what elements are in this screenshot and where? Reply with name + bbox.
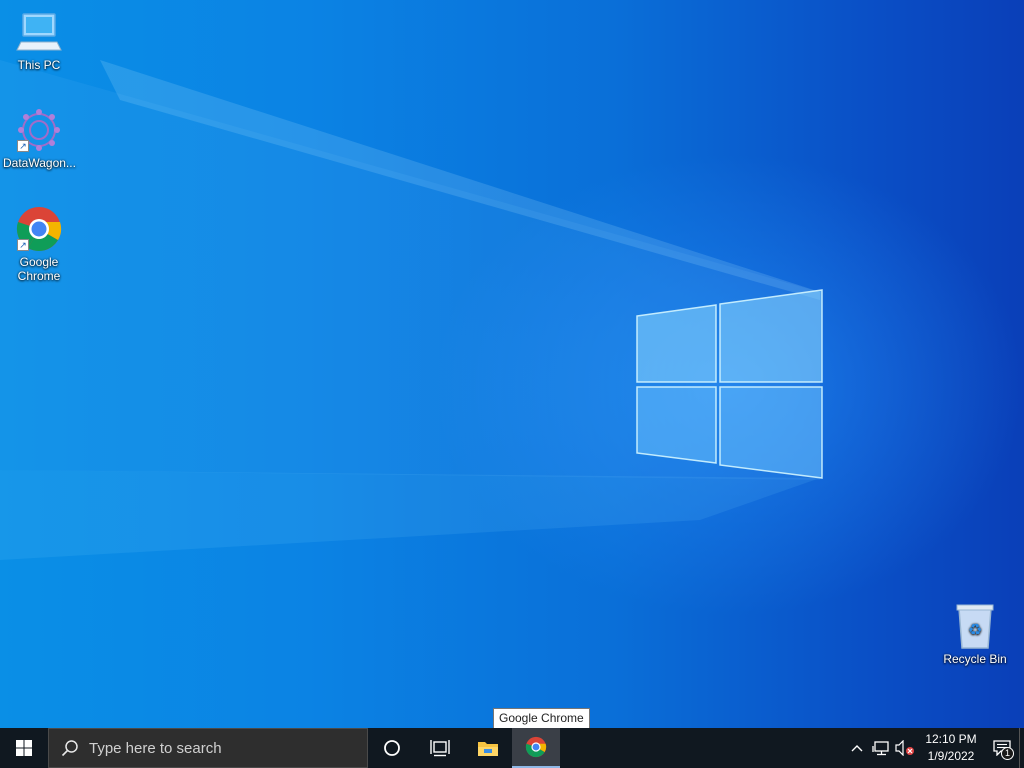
shortcut-arrow-icon: ↗ [17, 140, 29, 152]
search-icon [61, 740, 78, 757]
clock-date: 1/9/2022 [927, 749, 975, 763]
desktop-wallpaper [0, 0, 1024, 728]
svg-text:♻: ♻ [968, 620, 982, 639]
taskbar-search-input[interactable]: Type here to search [48, 728, 368, 768]
system-tray: 12:10 PM 1/9/2022 1 [845, 728, 1024, 768]
clock-time: 12:10 PM [925, 732, 977, 746]
network-icon [872, 741, 889, 756]
file-explorer-button[interactable] [464, 728, 512, 768]
search-placeholder: Type here to search [89, 739, 222, 757]
desktop-icon-datawagon[interactable]: ↗ DataWagon... [1, 106, 77, 170]
cortana-button[interactable] [368, 728, 416, 768]
datawagon-icon: ↗ [15, 106, 63, 154]
chevron-up-icon [851, 745, 863, 752]
recycle-bin-icon: ♻ [951, 602, 999, 650]
desktop-icon-label: This PC [17, 58, 61, 72]
desktop-icon-this-pc[interactable]: This PC [1, 8, 77, 72]
taskbar: Type here to search 12:10 PM 1/9/2022 1 [0, 728, 1024, 768]
desktop-icon-google-chrome[interactable]: ↗ Google Chrome [1, 205, 77, 283]
taskbar-clock[interactable]: 12:10 PM 1/9/2022 [917, 731, 985, 765]
desktop-icon-recycle-bin[interactable]: ♻ Recycle Bin [937, 602, 1013, 666]
chrome-icon: ↗ [15, 205, 63, 253]
start-button[interactable] [0, 728, 48, 768]
task-view-icon [430, 740, 450, 757]
notification-count-badge: 1 [1001, 747, 1014, 760]
windows-start-icon [16, 740, 32, 756]
network-button[interactable] [869, 728, 893, 768]
desktop-icon-label: DataWagon... [3, 156, 76, 170]
chrome-icon [525, 736, 547, 758]
task-view-button[interactable] [416, 728, 464, 768]
chrome-taskbar-button[interactable] [512, 728, 560, 768]
action-center-button[interactable]: 1 [985, 728, 1019, 768]
chrome-tooltip: Google Chrome [493, 708, 590, 729]
computer-icon [15, 8, 63, 56]
desktop-icon-label: Google Chrome [17, 255, 61, 283]
shortcut-arrow-icon: ↗ [17, 239, 29, 251]
desktop-icon-label: Recycle Bin [943, 652, 1007, 666]
cortana-icon [384, 740, 400, 756]
show-desktop-button[interactable] [1019, 728, 1024, 768]
folder-icon [478, 742, 498, 756]
show-hidden-icons-button[interactable] [845, 728, 869, 768]
volume-muted-icon [895, 740, 914, 756]
volume-button[interactable] [893, 728, 917, 768]
